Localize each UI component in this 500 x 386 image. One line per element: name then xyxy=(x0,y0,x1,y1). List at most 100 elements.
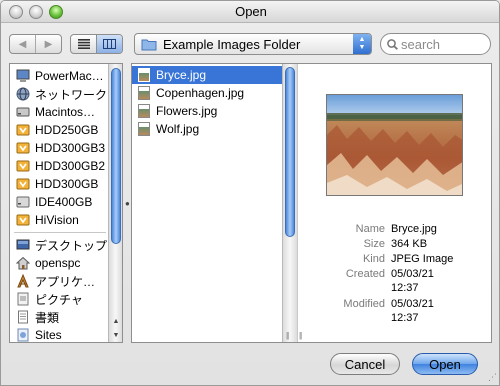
image-file-icon xyxy=(138,86,150,100)
search-icon xyxy=(387,38,398,50)
preview-pane: Name Bryce.jpg Size 364 KB Kind JPEG Ima… xyxy=(299,64,491,342)
sidebar-item-hdd250gb[interactable]: HDD250GB xyxy=(10,121,108,139)
window-title: Open xyxy=(235,4,267,19)
location-label: Example Images Folder xyxy=(163,36,301,52)
info-row-modified: Modified 05/03/21 12:37 xyxy=(299,297,491,325)
sidebar-item-label: 書類 xyxy=(35,310,60,325)
preview-image xyxy=(326,94,463,196)
column-view-icon xyxy=(103,39,116,49)
back-forward-control: ◀ ▶ xyxy=(9,34,62,54)
sidebar-item-macintosh[interactable]: Macintos… xyxy=(10,103,108,121)
sidebar-item-label: HDD300GB2 xyxy=(35,159,106,173)
sites-icon xyxy=(17,328,29,342)
file-item-flowers[interactable]: Flowers.jpg xyxy=(132,102,282,120)
hard-drive-icon xyxy=(16,107,30,117)
sidebar-scroll-thumb[interactable] xyxy=(111,68,121,244)
sidebar-item-label: Sites xyxy=(35,328,62,342)
sidebar-item-label: HDD300GB xyxy=(35,177,99,191)
info-key: Size xyxy=(363,238,385,250)
drive-icon xyxy=(16,142,30,154)
sidebar-item-label: デスクトップ xyxy=(35,238,108,253)
sidebar-item-label: ネットワーク xyxy=(35,87,108,102)
file-name: Wolf.jpg xyxy=(156,122,200,136)
sidebar-item-desktop[interactable]: デスクトップ xyxy=(10,236,108,254)
sidebar-item-home[interactable]: openspc xyxy=(10,254,108,272)
info-value: 05/03/21 12:37 xyxy=(391,297,491,325)
sidebar-item-documents[interactable]: 書類 xyxy=(10,308,108,326)
zoom-window-icon[interactable] xyxy=(49,5,63,19)
info-key: Name xyxy=(355,223,385,235)
info-value: Bryce.jpg xyxy=(391,223,437,235)
search-input[interactable] xyxy=(401,36,481,52)
sidebar-splitter[interactable]: ● xyxy=(123,63,131,343)
resize-grip-icon[interactable]: ⋰ xyxy=(488,372,497,383)
cancel-button[interactable]: Cancel xyxy=(330,353,400,375)
sidebar-item-applications[interactable]: アプリケ… xyxy=(10,272,108,290)
sidebar-item-label: HDD300GB3 xyxy=(35,141,106,155)
open-button[interactable]: Open xyxy=(412,353,478,375)
sidebar-item-label: PowerMac… xyxy=(35,69,104,83)
minimize-window-icon[interactable] xyxy=(29,5,43,19)
search-field[interactable] xyxy=(380,33,491,55)
info-date: 05/03/21 xyxy=(391,298,434,310)
info-row-created: Created 05/03/21 12:37 xyxy=(299,267,491,295)
sidebar-scrollbar[interactable]: ▲ ▼ xyxy=(108,64,122,342)
sidebar-item-label: HiVision xyxy=(35,213,79,227)
sidebar-item-pictures[interactable]: ピクチャ xyxy=(10,290,108,308)
file-item-copenhagen[interactable]: Copenhagen.jpg xyxy=(132,84,282,102)
sidebar-item-label: HDD250GB xyxy=(35,123,99,137)
sidebar-item-powermac[interactable]: PowerMac… xyxy=(10,67,108,85)
location-popup[interactable]: Example Images Folder ▲ ▼ xyxy=(134,33,372,55)
sidebar-item-ide400gb[interactable]: IDE400GB xyxy=(10,193,108,211)
file-browser: Bryce.jpg Copenhagen.jpg Flowers.jpg Wol… xyxy=(131,63,492,343)
info-value: 05/03/21 12:37 xyxy=(391,267,491,295)
back-button[interactable]: ◀ xyxy=(10,35,35,53)
splitter-handle-icon: ● xyxy=(125,199,130,208)
forward-button[interactable]: ▶ xyxy=(35,35,61,53)
info-key: Created xyxy=(345,268,385,280)
sidebar-divider xyxy=(14,232,106,233)
file-column-scroll-thumb[interactable] xyxy=(285,67,295,237)
file-item-bryce[interactable]: Bryce.jpg xyxy=(132,66,282,84)
drive-icon xyxy=(16,160,30,172)
bryce-canyon-photo xyxy=(327,95,462,195)
image-file-icon xyxy=(138,104,150,118)
column-view-button[interactable] xyxy=(96,35,122,53)
file-column-scrollbar[interactable]: || xyxy=(282,64,297,342)
popup-arrows-icon: ▲ ▼ xyxy=(353,34,371,54)
list-view-button[interactable] xyxy=(71,35,96,53)
sidebar-item-label: アプリケ… xyxy=(35,274,96,289)
forward-arrow-icon: ▶ xyxy=(44,38,53,50)
drive-icon xyxy=(16,124,30,136)
applications-icon xyxy=(17,274,29,288)
column-resize-grip-icon[interactable]: || xyxy=(286,331,289,340)
sidebar-item-hdd300gb3[interactable]: HDD300GB3 xyxy=(10,139,108,157)
column-resize-grip-icon[interactable]: || xyxy=(299,331,302,340)
back-arrow-icon: ◀ xyxy=(18,38,27,50)
file-name: Flowers.jpg xyxy=(156,104,218,118)
sidebar-item-hdd300gb2[interactable]: HDD300GB2 xyxy=(10,157,108,175)
info-time: 12:37 xyxy=(391,282,419,294)
file-name: Bryce.jpg xyxy=(156,68,207,82)
sidebar-item-hdd300gb[interactable]: HDD300GB xyxy=(10,175,108,193)
sidebar-item-network[interactable]: ネットワーク xyxy=(10,85,108,103)
sidebar-item-label: IDE400GB xyxy=(35,195,93,209)
info-row-name: Name Bryce.jpg xyxy=(299,222,491,236)
pictures-icon xyxy=(17,292,29,306)
info-row-kind: Kind JPEG Image xyxy=(299,252,491,266)
sidebar-item-hivision[interactable]: HiVision xyxy=(10,211,108,229)
sidebar-item-label: ピクチャ xyxy=(35,292,83,307)
sidebar-item-label: openspc xyxy=(35,256,81,270)
title-bar[interactable]: Open xyxy=(1,1,499,23)
scroll-down-icon[interactable]: ▼ xyxy=(109,328,122,342)
sidebar-item-sites[interactable]: Sites xyxy=(10,326,108,342)
drive-icon xyxy=(16,178,30,190)
scroll-up-icon[interactable]: ▲ xyxy=(109,314,122,328)
file-item-wolf[interactable]: Wolf.jpg xyxy=(132,120,282,138)
sidebar-item-label: Macintos… xyxy=(35,105,96,119)
desktop-icon xyxy=(16,239,30,250)
sidebar: PowerMac… ネットワーク Macintos… HDD250GB HDD3… xyxy=(9,63,123,343)
drive-icon xyxy=(16,196,30,208)
close-window-icon[interactable] xyxy=(9,5,23,19)
info-key: Modified xyxy=(343,298,385,310)
